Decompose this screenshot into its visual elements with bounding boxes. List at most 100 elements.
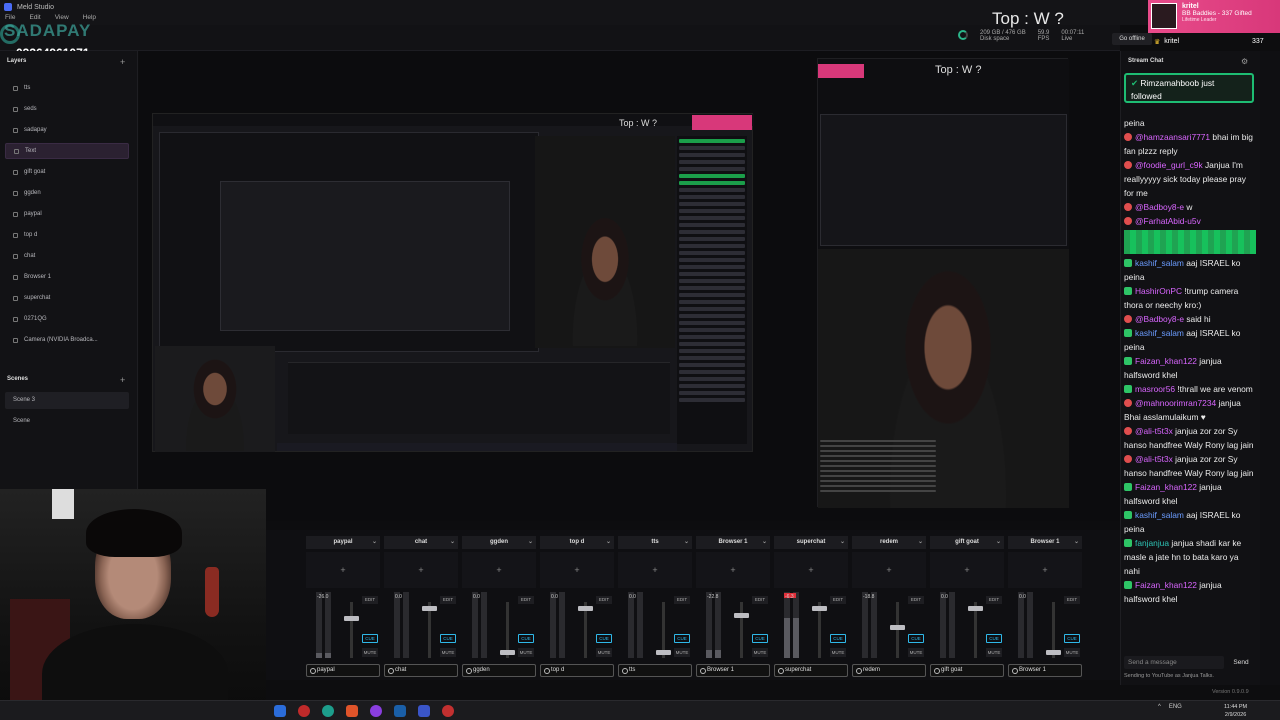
layer-item[interactable]: top d xyxy=(5,227,129,243)
layer-item[interactable]: chat xyxy=(5,248,129,264)
strip-header[interactable]: ggden ⌄ xyxy=(462,536,536,549)
scene-item-selected[interactable]: Scene 3 xyxy=(5,392,129,409)
fader-knob[interactable] xyxy=(734,613,749,618)
gear-icon[interactable]: ⚙ xyxy=(1241,57,1248,66)
strip-header[interactable]: redem ⌄ xyxy=(852,536,926,549)
strip-header[interactable]: paypal ⌄ xyxy=(306,536,380,549)
source-name[interactable]: Browser 1 xyxy=(1008,664,1082,677)
source-name[interactable]: tts xyxy=(618,664,692,677)
chevron-up-icon[interactable]: ^ xyxy=(1158,704,1161,710)
chrome-icon[interactable] xyxy=(442,705,454,717)
edit-button[interactable]: EDIT xyxy=(596,596,612,604)
chat-username[interactable]: kashif_salam xyxy=(1135,510,1184,520)
strip-header[interactable]: tts ⌄ xyxy=(618,536,692,549)
mute-button[interactable]: MUTE xyxy=(830,648,846,657)
edit-button[interactable]: EDIT xyxy=(752,596,768,604)
add-filter-button[interactable]: + xyxy=(852,552,926,588)
layer-item[interactable]: paypal xyxy=(5,206,129,222)
edge-icon[interactable] xyxy=(322,705,334,717)
add-layer-button[interactable]: + xyxy=(120,57,125,67)
steam-icon[interactable] xyxy=(394,705,406,717)
chevron-down-icon[interactable]: ⌄ xyxy=(918,536,923,549)
chat-username[interactable]: Faizan_khan122 xyxy=(1135,580,1197,590)
add-filter-button[interactable]: + xyxy=(384,552,458,588)
chevron-down-icon[interactable]: ⌄ xyxy=(372,536,377,549)
chat-username[interactable]: @Badboy8-e xyxy=(1135,202,1184,212)
source-name[interactable]: paypal xyxy=(306,664,380,677)
chevron-down-icon[interactable]: ⌄ xyxy=(762,536,767,549)
meld-studio-icon[interactable] xyxy=(418,705,430,717)
add-filter-button[interactable]: + xyxy=(618,552,692,588)
chat-username[interactable]: masroor56 xyxy=(1135,384,1175,394)
chat-username[interactable]: kashif_salam xyxy=(1135,328,1184,338)
edit-button[interactable]: EDIT xyxy=(674,596,690,604)
cue-button[interactable]: CUE xyxy=(986,634,1002,643)
chat-username[interactable]: Faizan_khan122 xyxy=(1135,482,1197,492)
opera-icon[interactable] xyxy=(370,705,382,717)
mute-button[interactable]: MUTE xyxy=(674,648,690,657)
scene-item[interactable]: Scene xyxy=(5,413,129,430)
edit-button[interactable]: EDIT xyxy=(908,596,924,604)
source-name[interactable]: top d xyxy=(540,664,614,677)
chat-username[interactable]: HashirOnPC xyxy=(1135,286,1182,296)
layer-item[interactable]: sadapay xyxy=(5,122,129,138)
edit-button[interactable]: EDIT xyxy=(440,596,456,604)
chat-username[interactable]: @hamzaansari7771 xyxy=(1135,132,1210,142)
cue-button[interactable]: CUE xyxy=(362,634,378,643)
strip-header[interactable]: chat ⌄ xyxy=(384,536,458,549)
send-button[interactable]: Send xyxy=(1228,656,1254,669)
mute-button[interactable]: MUTE xyxy=(752,648,768,657)
mute-button[interactable]: MUTE xyxy=(908,648,924,657)
volume-fader[interactable] xyxy=(350,602,353,658)
source-name[interactable]: gift goat xyxy=(930,664,1004,677)
chat-username[interactable]: Faizan_khan122 xyxy=(1135,356,1197,366)
add-filter-button[interactable]: + xyxy=(540,552,614,588)
add-filter-button[interactable]: + xyxy=(306,552,380,588)
layer-item[interactable]: tts xyxy=(5,80,129,96)
edit-button[interactable]: EDIT xyxy=(1064,596,1080,604)
mute-button[interactable]: MUTE xyxy=(1064,648,1080,657)
chat-username[interactable]: @ali-t5t3x xyxy=(1135,426,1173,436)
mute-button[interactable]: MUTE xyxy=(362,648,378,657)
edit-button[interactable]: EDIT xyxy=(986,596,1002,604)
cue-button[interactable]: CUE xyxy=(1064,634,1080,643)
chat-username[interactable]: fanjanjua xyxy=(1135,538,1169,548)
add-filter-button[interactable]: + xyxy=(774,552,848,588)
volume-fader[interactable] xyxy=(740,602,743,658)
volume-fader[interactable] xyxy=(896,602,899,658)
layer-item[interactable]: ggden xyxy=(5,185,129,201)
chevron-down-icon[interactable]: ⌄ xyxy=(450,536,455,549)
scene-preview[interactable]: Top : W ? xyxy=(152,113,754,452)
source-name[interactable]: ggden xyxy=(462,664,536,677)
layer-item[interactable]: 0271QG xyxy=(5,311,129,327)
app-red-icon[interactable] xyxy=(298,705,310,717)
add-filter-button[interactable]: + xyxy=(462,552,536,588)
chat-username[interactable]: @ali-t5t3x xyxy=(1135,454,1173,464)
layer-item[interactable]: superchat xyxy=(5,290,129,306)
add-filter-button[interactable]: + xyxy=(930,552,1004,588)
strip-header[interactable]: superchat ⌄ xyxy=(774,536,848,549)
fader-knob[interactable] xyxy=(812,606,827,611)
layer-item-selected[interactable]: Text xyxy=(5,143,129,159)
layer-item[interactable]: seds xyxy=(5,101,129,117)
fader-knob[interactable] xyxy=(1046,650,1061,655)
strip-header[interactable]: Browser 1 ⌄ xyxy=(1008,536,1082,549)
chevron-down-icon[interactable]: ⌄ xyxy=(1074,536,1079,549)
fader-knob[interactable] xyxy=(500,650,515,655)
fader-knob[interactable] xyxy=(422,606,437,611)
fader-knob[interactable] xyxy=(656,650,671,655)
cue-button[interactable]: CUE xyxy=(596,634,612,643)
chat-username[interactable]: kashif_salam xyxy=(1135,258,1184,268)
strip-header[interactable]: top d ⌄ xyxy=(540,536,614,549)
layer-item[interactable]: Browser 1 xyxy=(5,269,129,285)
mute-button[interactable]: MUTE xyxy=(986,648,1002,657)
add-filter-button[interactable]: + xyxy=(1008,552,1082,588)
edit-button[interactable]: EDIT xyxy=(518,596,534,604)
layer-item[interactable]: Camera (NVIDIA Broadca... xyxy=(5,332,129,348)
source-name[interactable]: chat xyxy=(384,664,458,677)
fader-knob[interactable] xyxy=(344,616,359,621)
file-explorer-icon[interactable] xyxy=(274,705,286,717)
chevron-down-icon[interactable]: ⌄ xyxy=(606,536,611,549)
cue-button[interactable]: CUE xyxy=(674,634,690,643)
cue-button[interactable]: CUE xyxy=(830,634,846,643)
